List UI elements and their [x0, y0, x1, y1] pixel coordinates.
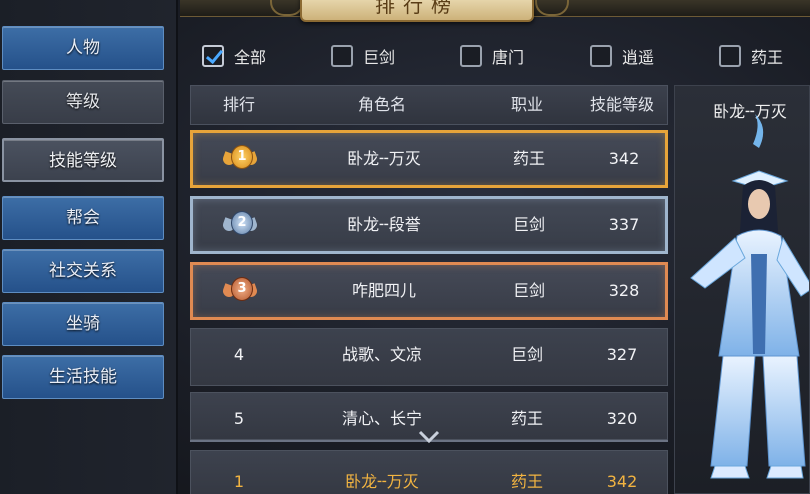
checkbox-icon[interactable] — [331, 45, 353, 67]
checkbox-icon[interactable] — [719, 45, 741, 67]
sidebar-item-mount[interactable]: 坐骑 — [2, 302, 164, 346]
header-name: 角色名 — [357, 95, 406, 114]
sidebar-item-character[interactable]: 人物 — [2, 26, 164, 70]
skill-level-value: 342 — [606, 472, 638, 491]
filter-label: 唐门 — [492, 48, 525, 67]
player-class: 巨剑 — [512, 281, 545, 300]
player-class: 药王 — [510, 472, 543, 491]
sidebar-item-social[interactable]: 社交关系 — [2, 249, 164, 293]
skill-level-value: 337 — [608, 215, 640, 234]
filter-label: 全部 — [234, 48, 267, 67]
character-model — [690, 114, 809, 479]
checkbox-icon[interactable] — [590, 45, 612, 67]
bronze-medal-icon: 3 — [221, 275, 259, 305]
player-class: 巨剑 — [510, 345, 543, 364]
filter-xiaoyao[interactable]: 逍遥 — [590, 40, 654, 72]
player-name: 卧龙╌万灭 — [347, 149, 421, 168]
class-filter-bar: 全部 巨剑 唐门 逍遥 药王 — [190, 38, 810, 78]
filter-label: 巨剑 — [363, 48, 396, 67]
filter-all[interactable]: 全部 — [202, 40, 266, 72]
rank-number: 4 — [233, 345, 245, 364]
skill-level-value: 342 — [608, 149, 640, 168]
player-name: 清心、长宁 — [341, 409, 422, 428]
filter-yaowang[interactable]: 药王 — [719, 40, 783, 72]
filter-label: 逍遥 — [622, 48, 655, 67]
table-row[interactable]: 1 卧龙╌万灭 药王 342 — [190, 130, 668, 188]
header-skill-level: 技能等级 — [589, 95, 654, 114]
skill-level-value: 327 — [606, 345, 638, 364]
filter-tangmen[interactable]: 唐门 — [460, 40, 524, 72]
skill-level-value: 320 — [606, 409, 638, 428]
gold-medal-icon: 1 — [221, 143, 259, 173]
sidebar-item-guild[interactable]: 帮会 — [2, 196, 164, 240]
player-class: 药王 — [512, 149, 545, 168]
checkbox-checked-icon[interactable] — [202, 45, 224, 67]
header-rank: 排行 — [222, 95, 255, 114]
filter-jujian[interactable]: 巨剑 — [331, 40, 395, 72]
sidebar-item-life-skill[interactable]: 生活技能 — [2, 355, 164, 399]
table-header: 排行 角色名 职业 技能等级 — [190, 85, 668, 125]
skill-level-value: 328 — [608, 281, 640, 300]
filter-label: 药王 — [751, 48, 784, 67]
player-name: 咋肥四儿 — [351, 281, 416, 300]
rank-number: 1 — [233, 472, 245, 491]
table-row[interactable]: 3 咋肥四儿 巨剑 328 — [190, 262, 668, 320]
table-row[interactable]: 4 战歌、文凉 巨剑 327 — [190, 328, 668, 386]
leaderboard-screen: 排行榜 人物 等级 技能等级 帮会 社交关系 坐骑 生活技能 全部 巨剑 唐门 … — [0, 0, 810, 494]
character-preview-panel: 卧龙╌万灭 — [674, 85, 810, 494]
player-class: 药王 — [510, 409, 543, 428]
player-class: 巨剑 — [512, 215, 545, 234]
checkbox-icon[interactable] — [460, 45, 482, 67]
page-title: 排行榜 — [300, 0, 534, 22]
silver-medal-icon: 2 — [221, 209, 259, 239]
rank-number: 5 — [233, 409, 245, 428]
sidebar: 人物 等级 技能等级 帮会 社交关系 坐骑 生活技能 — [0, 0, 178, 494]
sidebar-item-skill-level[interactable]: 技能等级 — [2, 138, 164, 182]
player-name: 战歌、文凉 — [341, 345, 422, 364]
header-job: 职业 — [510, 95, 543, 114]
table-row[interactable]: 2 卧龙╌段誉 巨剑 337 — [190, 196, 668, 254]
chevron-down-icon[interactable] — [418, 430, 440, 444]
my-rank-row: 1 卧龙╌万灭 药王 342 — [190, 450, 668, 494]
player-name: 卧龙╌段誉 — [347, 215, 421, 234]
player-name: 卧龙╌万灭 — [345, 472, 419, 491]
sidebar-item-level[interactable]: 等级 — [2, 80, 164, 124]
